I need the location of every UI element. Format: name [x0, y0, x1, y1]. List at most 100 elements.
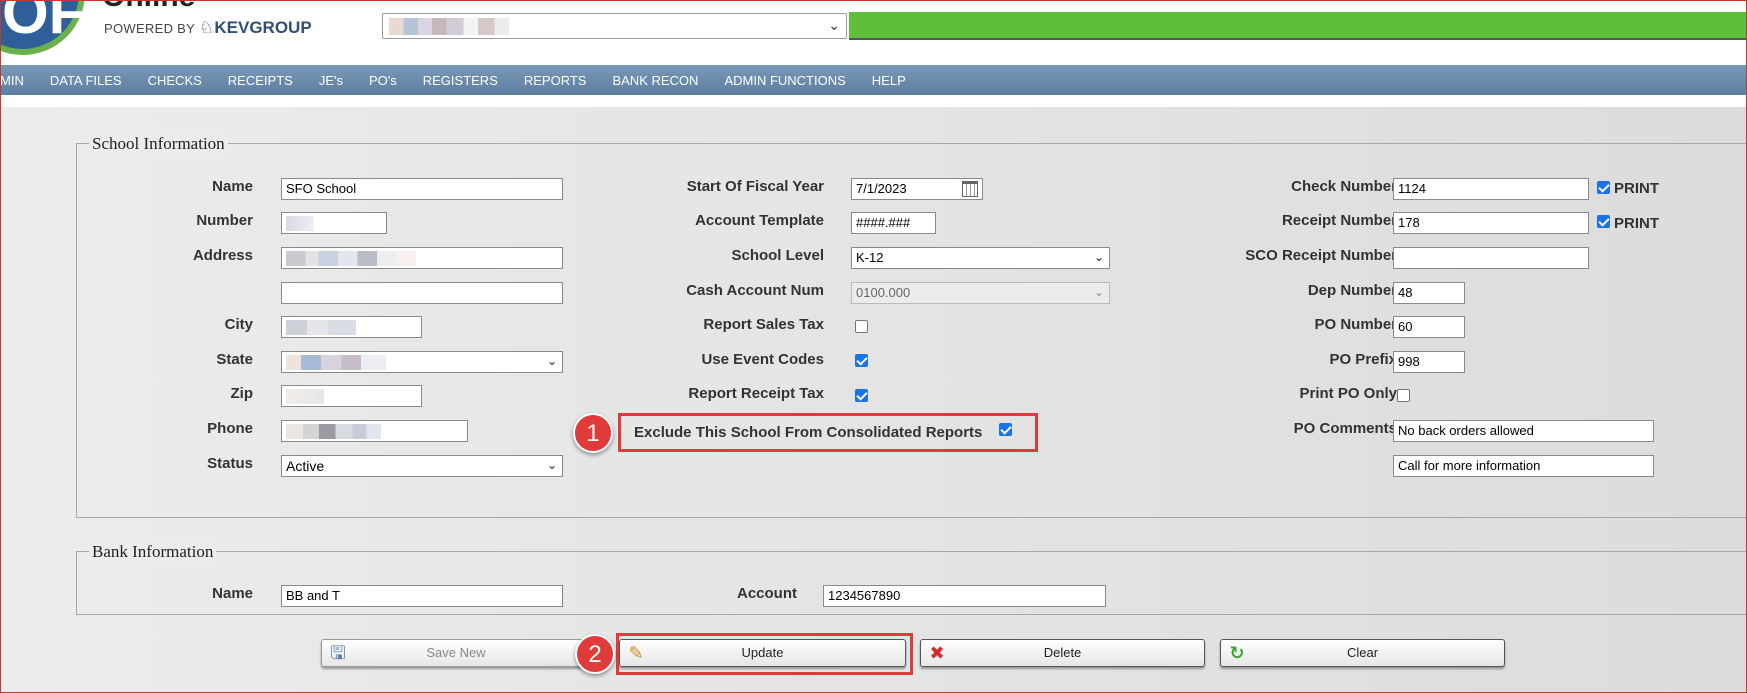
- school-number-input[interactable]: [281, 212, 387, 234]
- nav-admin-functions[interactable]: ADMIN FUNCTIONS: [711, 73, 858, 88]
- school-level-select[interactable]: K-12 ⌄: [851, 247, 1110, 269]
- refresh-icon: ↻: [1229, 643, 1245, 663]
- zip-label: Zip: [230, 385, 254, 402]
- city-label: City: [224, 316, 253, 333]
- nav-reports[interactable]: REPORTS: [511, 73, 600, 88]
- report-sales-tax-checkbox[interactable]: [855, 320, 868, 333]
- report-sales-tax-label: Report Sales Tax: [703, 316, 824, 333]
- po-comment-1-input[interactable]: No back orders allowed: [1393, 420, 1654, 442]
- account-template-label: Account Template: [695, 212, 824, 229]
- state-label: State: [216, 351, 253, 368]
- school-name-input[interactable]: SFO School: [281, 178, 563, 200]
- redacted-school-name: [389, 18, 509, 35]
- chevron-down-icon: ⌄: [828, 17, 840, 33]
- bank-account-input[interactable]: 1234567890: [823, 585, 1106, 607]
- nav-data-files[interactable]: DATA FILES: [37, 73, 135, 88]
- step-badge-1: 1: [573, 413, 613, 453]
- app-title-wrap: Online: [90, 0, 350, 14]
- school-selector-dropdown[interactable]: ⌄: [382, 13, 847, 39]
- print-po-only-label: Print PO Only: [1299, 385, 1397, 402]
- app-logo[interactable]: OF: [0, 0, 90, 60]
- x-delete-icon: ✖: [929, 643, 945, 663]
- save-new-label: Save New: [426, 645, 486, 660]
- zip-input[interactable]: [281, 385, 422, 407]
- highlight-box-2: [616, 633, 913, 675]
- po-number-input[interactable]: 60: [1393, 316, 1465, 338]
- nav-admin[interactable]: MIN: [0, 73, 37, 88]
- po-prefix-label: PO Prefix: [1329, 351, 1397, 368]
- delete-label: Delete: [1043, 645, 1082, 660]
- powered-by: POWERED BY ♘KEVGROUP: [104, 18, 312, 38]
- fiscal-year-input[interactable]: 7/1/2023: [851, 178, 983, 200]
- chevron-down-icon: ⌄: [1093, 250, 1104, 264]
- po-number-label: PO Number: [1314, 316, 1397, 333]
- step-badge-2: 2: [575, 634, 615, 674]
- status-select-value: Active: [286, 458, 325, 474]
- kevgroup-brand: KEVGROUP: [214, 18, 312, 37]
- po-comments-label: PO Comments: [1293, 420, 1397, 437]
- name-label: Name: [212, 178, 253, 195]
- save-disk-icon: 🖫: [330, 643, 346, 663]
- print-po-only-checkbox[interactable]: [1397, 389, 1410, 402]
- report-receipt-tax-checkbox[interactable]: [855, 389, 868, 402]
- sco-receipt-input[interactable]: [1393, 247, 1589, 269]
- redacted-value: [286, 320, 356, 335]
- phone-label: Phone: [207, 420, 253, 437]
- address-line1-input[interactable]: [281, 247, 563, 269]
- highlight-box-1: [618, 413, 1038, 452]
- delete-button[interactable]: ✖ Delete: [920, 639, 1205, 667]
- dep-number-input[interactable]: 48: [1393, 282, 1465, 304]
- use-event-codes-checkbox[interactable]: [855, 354, 868, 367]
- receipt-print-checkbox[interactable]: [1597, 215, 1610, 228]
- kevgroup-logo-icon: ♘: [198, 18, 215, 37]
- cash-account-value: 0100.000: [856, 285, 911, 300]
- check-print-checkbox[interactable]: [1597, 181, 1610, 194]
- status-bar: [849, 12, 1747, 40]
- check-number-input[interactable]: 1124: [1393, 178, 1589, 200]
- fiscal-year-label: Start Of Fiscal Year: [686, 178, 824, 195]
- po-comment-2-input[interactable]: Call for more information: [1393, 455, 1654, 477]
- receipt-print-label: PRINT: [1614, 215, 1659, 232]
- calendar-icon[interactable]: [962, 181, 978, 197]
- powered-by-text: POWERED BY: [104, 21, 195, 36]
- cash-account-select: 0100.000 ⌄: [851, 282, 1110, 304]
- nav-help[interactable]: HELP: [859, 73, 919, 88]
- save-new-button[interactable]: 🖫 Save New: [321, 639, 591, 667]
- state-select[interactable]: ⌄: [281, 351, 563, 373]
- school-level-label: School Level: [731, 247, 824, 264]
- city-input[interactable]: [281, 316, 422, 338]
- bank-name-input[interactable]: BB and T: [281, 585, 563, 607]
- chevron-down-icon: ⌄: [1093, 285, 1104, 299]
- school-information-legend: School Information: [89, 134, 228, 154]
- redacted-value: [286, 251, 416, 266]
- main-nav: MIN DATA FILES CHECKS RECEIPTS JE's PO's…: [0, 65, 1747, 95]
- nav-receipts[interactable]: RECEIPTS: [215, 73, 306, 88]
- clear-button[interactable]: ↻ Clear: [1220, 639, 1505, 667]
- app-title: Online: [102, 0, 195, 14]
- nav-jes[interactable]: JE's: [306, 73, 356, 88]
- status-select[interactable]: Active ⌄: [281, 455, 563, 477]
- school-level-value: K-12: [856, 250, 884, 265]
- chevron-down-icon: ⌄: [546, 458, 557, 472]
- account-template-input[interactable]: ####.###: [851, 212, 936, 234]
- report-receipt-tax-label: Report Receipt Tax: [688, 385, 824, 402]
- redacted-value: [286, 216, 314, 231]
- clear-label: Clear: [1346, 645, 1379, 660]
- address-line2-input[interactable]: [281, 282, 563, 304]
- receipt-number-input[interactable]: 178: [1393, 212, 1589, 234]
- receipt-number-label: Receipt Number: [1281, 212, 1397, 229]
- logo-letters: OF: [2, 0, 86, 46]
- nav-pos[interactable]: PO's: [356, 73, 410, 88]
- phone-input[interactable]: [281, 420, 468, 442]
- number-label: Number: [196, 212, 253, 229]
- redacted-value: [286, 355, 386, 370]
- nav-checks[interactable]: CHECKS: [135, 73, 215, 88]
- status-label: Status: [207, 455, 253, 472]
- sco-receipt-label: SCO Receipt Number: [1245, 247, 1397, 264]
- nav-registers[interactable]: REGISTERS: [410, 73, 511, 88]
- dep-number-label: Dep Number: [1307, 282, 1397, 299]
- nav-bank-recon[interactable]: BANK RECON: [599, 73, 711, 88]
- po-prefix-input[interactable]: 998: [1393, 351, 1465, 373]
- check-print-label: PRINT: [1614, 180, 1659, 197]
- redacted-value: [286, 424, 381, 439]
